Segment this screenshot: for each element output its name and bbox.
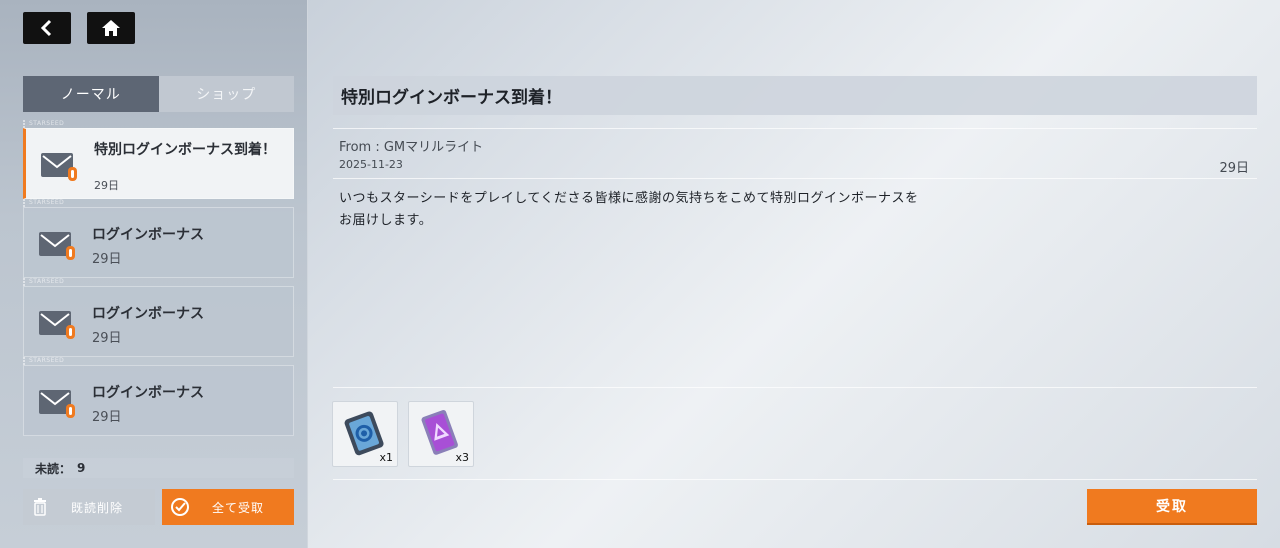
mail-attachment-icon [41,153,77,181]
mail-title: ログインボーナス [92,385,204,401]
unread-count-bar: 未読： 9 [23,458,294,478]
mail-item[interactable]: ログインボーナス 29日 [23,207,294,278]
divider [333,128,1257,129]
back-button[interactable] [23,12,71,44]
reward-item[interactable]: x1 [332,401,398,467]
mail-title: ログインボーナス [92,306,204,322]
reward-qty: x3 [455,451,469,464]
mail-item[interactable]: ログインボーナス 29日 [23,365,294,436]
mail-attachment-icon [39,311,75,339]
delete-read-label: 既読削除 [71,500,124,515]
mail-body: いつもスターシードをプレイしてくださる皆様に感謝の気持ちをこめて特別ログインボー… [339,191,919,228]
divider [333,479,1257,480]
mail-sender: From : GMマリルライト [339,140,484,155]
home-button[interactable] [87,12,135,44]
mail-list: STARSEED 特別ログインボーナス到着！ 29日 STARSEED ログイン… [23,120,294,436]
list-separator: STARSEED [23,199,294,207]
tab-normal[interactable]: ノーマル [23,76,159,112]
mail-title: ログインボーナス [92,227,204,243]
list-separator: STARSEED [23,357,294,365]
mail-detail-title: 特別ログインボーナス到着！ [333,76,1257,115]
claim-all-label: 全て受取 [212,500,265,515]
divider [333,387,1257,388]
list-separator: STARSEED [23,120,294,128]
divider [333,178,1257,179]
reward-qty: x1 [379,451,393,464]
mail-item-selected[interactable]: 特別ログインボーナス到着！ 29日 [23,128,294,199]
mail-attachment-icon [39,232,75,260]
mail-date: 29日 [92,410,122,425]
claim-all-button[interactable]: 全て受取 [162,489,294,525]
mail-attachment-icon [39,390,75,418]
tab-shop[interactable]: ショップ [158,76,294,112]
trash-icon [34,498,46,516]
mail-expire: 29日 [1219,161,1249,176]
mail-sidebar: ノーマル ショップ STARSEED 特別ログインボーナス到着！ 29日 STA… [0,0,308,548]
unread-count: 9 [77,461,86,475]
check-circle-icon [171,498,189,516]
mail-sent-date: 2025-11-23 [339,158,403,171]
delete-read-button[interactable]: 既読削除 [23,489,155,525]
reward-item[interactable]: x3 [408,401,474,467]
unread-label: 未読： [35,461,72,476]
mail-date: 29日 [94,179,119,192]
home-icon [102,20,120,36]
list-separator: STARSEED [23,278,294,286]
mail-item[interactable]: ログインボーナス 29日 [23,286,294,357]
mail-date: 29日 [92,252,122,267]
mail-tabs: ノーマル ショップ [23,76,294,112]
mail-date: 29日 [92,331,122,346]
mail-title: 特別ログインボーナス到着！ [94,142,276,158]
claim-button[interactable]: 受取 [1087,489,1257,525]
chevron-left-icon [40,19,52,37]
